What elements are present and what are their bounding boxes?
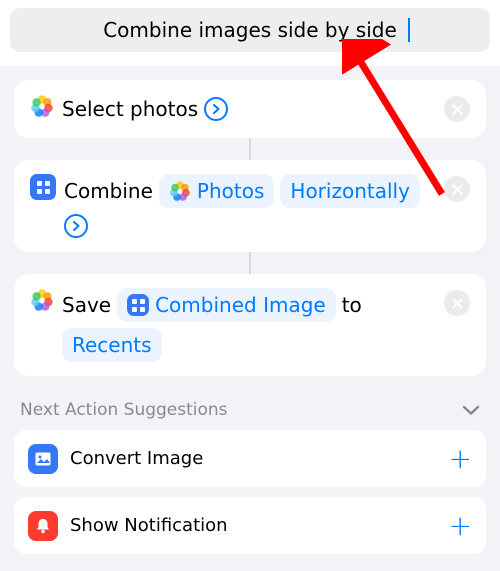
action-label: Select photos <box>62 94 198 124</box>
remove-action-button[interactable] <box>444 290 470 316</box>
shortcut-title-field[interactable] <box>10 8 490 52</box>
variable-token-combined[interactable]: Combined Image <box>117 288 336 322</box>
expand-params-button[interactable] <box>64 214 88 238</box>
suggestions-title: Next Action Suggestions <box>20 400 228 420</box>
token-label: Photos <box>197 176 264 206</box>
combine-action-icon <box>127 294 149 316</box>
photos-app-icon <box>30 288 54 312</box>
action-connector <box>249 138 251 160</box>
add-suggestion-button[interactable]: + <box>449 442 472 475</box>
remove-action-button[interactable] <box>444 176 470 202</box>
suggestions-header[interactable]: Next Action Suggestions <box>0 376 500 430</box>
suggestion-show-notification[interactable]: Show Notification + <box>14 497 486 554</box>
photos-app-icon <box>30 94 54 118</box>
suggestion-label: Convert Image <box>70 448 437 469</box>
expand-params-button[interactable] <box>204 97 228 121</box>
variable-token-photos[interactable]: Photos <box>159 174 274 208</box>
action-label: Combine <box>64 176 153 206</box>
action-connector <box>249 252 251 274</box>
action-save[interactable]: Save Combined Image to Recents <box>14 274 486 376</box>
action-label: Save <box>62 290 111 320</box>
combine-action-icon <box>30 174 56 200</box>
text-cursor <box>408 18 410 42</box>
action-select-photos[interactable]: Select photos <box>14 80 486 138</box>
add-suggestion-button[interactable]: + <box>449 509 472 542</box>
param-album[interactable]: Recents <box>62 328 162 362</box>
suggestion-convert-image[interactable]: Convert Image + <box>14 430 486 487</box>
token-label: Combined Image <box>155 290 326 320</box>
image-icon <box>28 444 58 474</box>
action-combine[interactable]: Combine Photos Horizontally <box>14 160 486 252</box>
suggestion-label: Show Notification <box>70 515 437 536</box>
action-text-to: to <box>342 290 362 320</box>
remove-action-button[interactable] <box>444 96 470 122</box>
bell-icon <box>28 511 58 541</box>
photos-app-icon <box>169 180 191 202</box>
chevron-down-icon <box>462 401 480 420</box>
param-direction[interactable]: Horizontally <box>280 174 420 208</box>
